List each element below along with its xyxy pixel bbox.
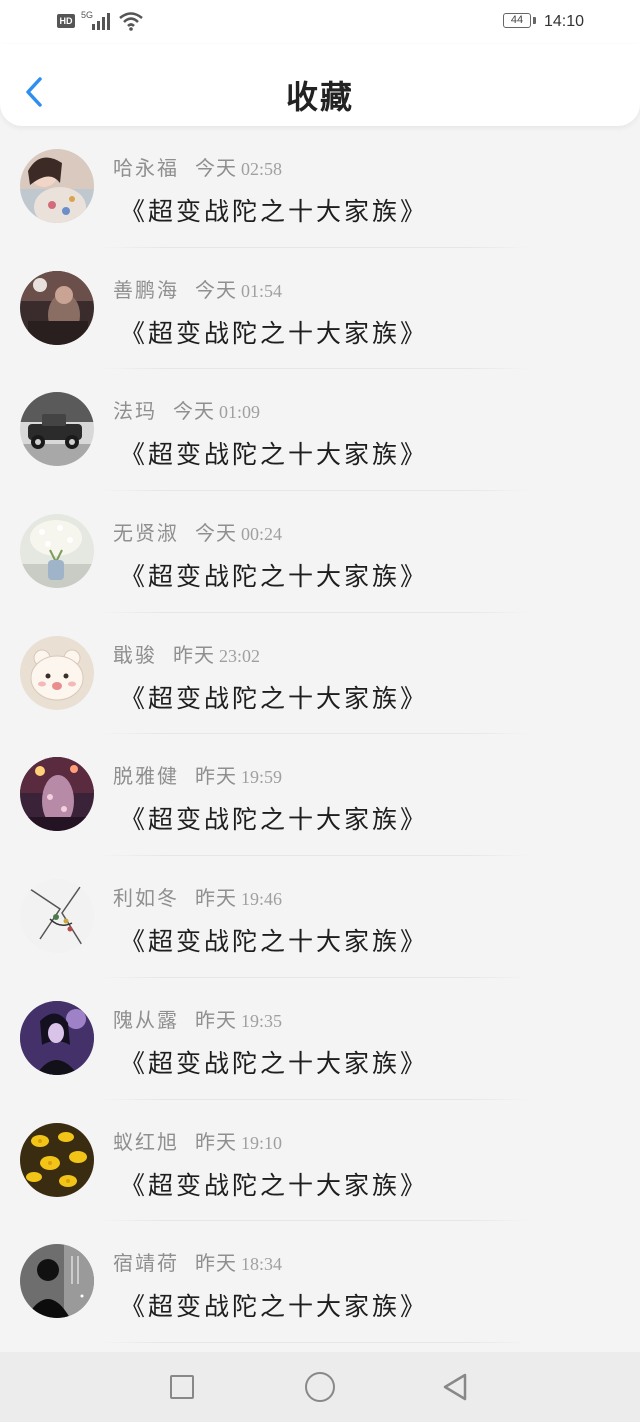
battery-tip (533, 17, 536, 24)
list-item[interactable]: 无贤淑 今天 00:24 《超变战陀之十大家族》 (0, 491, 640, 613)
avatar[interactable] (20, 757, 94, 832)
user-name: 蚁红旭 (113, 1129, 179, 1154)
dark-silhouette-image (20, 1244, 94, 1319)
list-item[interactable]: 宿靖荷 昨天 18:34 《超变战陀之十大家族》 (0, 1221, 640, 1343)
page-title: 收藏 (285, 78, 354, 116)
date-label: 今天 (195, 521, 237, 546)
time-label: 19:35 (241, 1010, 283, 1031)
time-label: 01:54 (241, 280, 283, 301)
time-label: 23:02 (219, 645, 261, 666)
item-meta: 隗从露 昨天 19:35 (113, 1004, 282, 1033)
date-label: 今天 (173, 399, 215, 424)
list-item[interactable]: 蚁红旭 昨天 19:10 《超变战陀之十大家族》 (0, 1100, 640, 1222)
favorite-title: 《超变战陀之十大家族》 (120, 927, 429, 957)
avatar[interactable] (20, 270, 94, 345)
time-label: 01:09 (219, 402, 261, 423)
item-meta: 利如冬 昨天 19:46 (113, 882, 282, 911)
date-label: 昨天 (195, 764, 237, 789)
list-item[interactable]: 隗从露 昨天 19:35 《超变战陀之十大家族》 (0, 978, 640, 1100)
avatar[interactable] (20, 149, 94, 223)
wifi-icon (119, 12, 143, 31)
girl-avatar-image (20, 149, 94, 223)
user-name: 戢骏 (113, 642, 157, 667)
night-lights-image (20, 757, 94, 832)
battery-icon: 44 (503, 13, 531, 28)
list-item[interactable]: 法玛 今天 01:09 《超变战陀之十大家族》 (0, 369, 640, 492)
favorite-title: 《超变战陀之十大家族》 (120, 318, 429, 348)
date-label: 昨天 (195, 886, 237, 911)
date-label: 昨天 (195, 1251, 237, 1276)
app-header: 收藏 (0, 44, 640, 126)
user-name: 哈永福 (113, 156, 179, 180)
system-nav-bar (0, 1352, 640, 1422)
favorite-title: 《超变战陀之十大家族》 (120, 440, 429, 470)
favorite-title: 《超变战陀之十大家族》 (120, 1048, 429, 1078)
date-label: 昨天 (173, 642, 215, 667)
avatar[interactable] (20, 635, 94, 710)
manga-sketch-image (20, 879, 94, 954)
girl-purple-image (20, 1000, 94, 1075)
date-label: 今天 (195, 277, 237, 302)
list-item[interactable]: 利如冬 昨天 19:46 《超变战陀之十大家族》 (0, 856, 640, 978)
favorite-title: 《超变战陀之十大家族》 (120, 683, 429, 713)
vintage-car-image (20, 392, 94, 467)
time-label: 02:58 (241, 159, 283, 179)
favorites-list: 哈永福 今天 02:58 《超变战陀之十大家族》 善鹏海 今天 01:54 《超变战陀之… (0, 126, 640, 1343)
hd-badge: HD (57, 14, 75, 28)
item-meta: 无贤淑 今天 00:24 (113, 517, 282, 546)
signal-icon: 5G (81, 10, 110, 30)
item-meta: 善鹏海 今天 01:54 (113, 274, 282, 303)
time-label: 00:24 (241, 524, 283, 545)
list-item[interactable]: 哈永福 今天 02:58 《超变战陀之十大家族》 (0, 126, 640, 248)
time-label: 19:10 (241, 1132, 283, 1153)
triangle-back-icon[interactable] (441, 1372, 469, 1402)
list-item[interactable]: 脱雅健 昨天 19:59 《超变战陀之十大家族》 (0, 734, 640, 857)
item-meta: 宿靖荷 昨天 18:34 (113, 1247, 282, 1276)
date-label: 昨天 (195, 1129, 237, 1154)
time-label: 19:46 (241, 889, 283, 910)
avatar[interactable] (20, 879, 94, 954)
user-name: 法玛 (113, 399, 157, 424)
time-label: 19:59 (241, 767, 283, 788)
item-meta: 脱雅健 昨天 19:59 (113, 760, 282, 789)
avatar[interactable] (20, 1122, 94, 1197)
battery-level: 44 (510, 14, 524, 26)
list-item[interactable]: 戢骏 昨天 23:02 《超变战陀之十大家族》 (0, 613, 640, 735)
list-item[interactable]: 善鹏海 今天 01:54 《超变战陀之十大家族》 (0, 248, 640, 370)
time-label: 18:34 (241, 1254, 283, 1275)
avatar[interactable] (20, 1244, 94, 1319)
person-avatar-image (20, 270, 94, 345)
flowers-vase-image (20, 514, 94, 589)
user-name: 无贤淑 (113, 521, 179, 546)
user-name: 善鹏海 (113, 277, 179, 302)
square-icon[interactable] (170, 1375, 194, 1399)
avatar[interactable] (20, 392, 94, 467)
user-name: 脱雅健 (113, 764, 179, 789)
yellow-flowers-image (20, 1122, 94, 1197)
item-meta: 法玛 今天 01:09 (113, 395, 260, 424)
favorite-title: 《超变战陀之十大家族》 (120, 805, 429, 835)
avatar[interactable] (20, 1000, 94, 1075)
circle-icon[interactable] (305, 1372, 335, 1402)
network-type: 5G (81, 10, 93, 20)
avatar[interactable] (20, 514, 94, 589)
date-label: 昨天 (195, 1007, 237, 1032)
cartoon-bear-image (20, 635, 94, 710)
clock: 14:10 (544, 13, 585, 30)
date-label: 今天 (195, 156, 237, 180)
item-meta: 蚁红旭 昨天 19:10 (113, 1126, 282, 1155)
divider (100, 1341, 530, 1343)
favorite-title: 《超变战陀之十大家族》 (120, 1170, 429, 1200)
favorite-title: 《超变战陀之十大家族》 (120, 1292, 429, 1322)
user-name: 隗从露 (113, 1007, 179, 1032)
user-name: 宿靖荷 (113, 1251, 179, 1276)
favorite-title: 《超变战陀之十大家族》 (120, 562, 429, 592)
item-meta: 戢骏 昨天 23:02 (113, 639, 260, 668)
item-meta: 哈永福 今天 02:58 (113, 152, 282, 181)
favorite-title: 《超变战陀之十大家族》 (120, 197, 429, 226)
user-name: 利如冬 (113, 886, 179, 911)
status-bar: HD 5G 44 14:10 (0, 0, 640, 48)
